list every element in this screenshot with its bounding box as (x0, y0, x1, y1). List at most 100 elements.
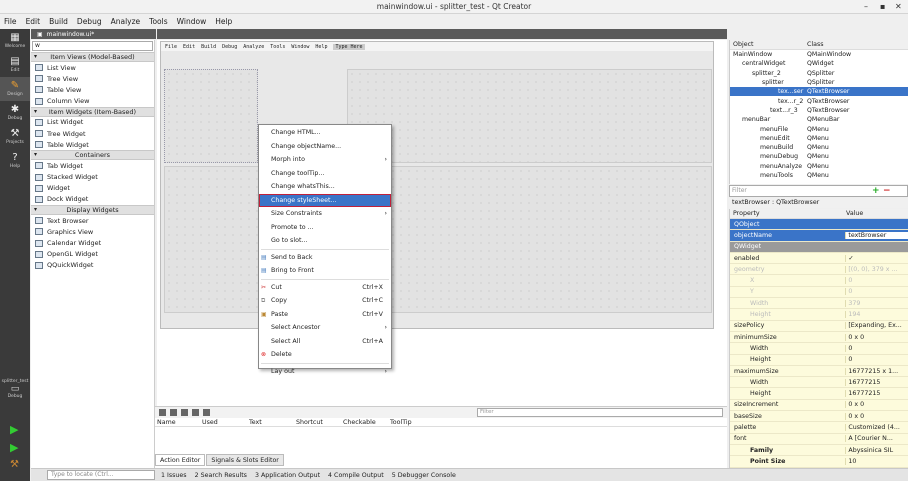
menu-tools[interactable]: Tools (149, 17, 167, 26)
object-row[interactable]: splitter_2 QSplitter (730, 69, 908, 78)
form-menu-analyze[interactable]: Analyze (243, 44, 264, 50)
object-row[interactable]: menuFile QMenu (730, 124, 908, 133)
ctx-copy[interactable]: ⧉ Copy Ctrl+C (259, 294, 391, 308)
widget-text-browser[interactable]: Text Browser (31, 215, 154, 226)
menu-analyze[interactable]: Analyze (111, 17, 141, 26)
text-browser-2[interactable] (347, 69, 712, 163)
ctx-size-constraints[interactable]: Size Constraints › (259, 207, 391, 221)
text-browser-selected[interactable] (164, 69, 258, 163)
property-row[interactable]: font A [Courier N... (730, 433, 908, 445)
action-filter-input[interactable]: Filter (477, 408, 723, 417)
form-menu-file[interactable]: File (165, 44, 177, 50)
widget-graphics-view[interactable]: Graphics View (31, 226, 154, 237)
debug-run-icon[interactable]: ▶ (10, 441, 18, 454)
form-menu-build[interactable]: Build (201, 44, 216, 50)
pane-application-output[interactable]: 3 Application Output (255, 472, 320, 479)
object-row[interactable]: menuDebug QMenu (730, 152, 908, 161)
ctx-change-whatsthis[interactable]: Change whatsThis... (259, 180, 391, 194)
kit-selector[interactable]: splitter_test ▭ Debug (0, 379, 30, 399)
ctx-lay-out[interactable]: Lay out › (259, 365, 391, 379)
ctx-select-all[interactable]: Select All Ctrl+A (259, 335, 391, 349)
menu-window[interactable]: Window (177, 17, 207, 26)
mode-design[interactable]: ✎ Design (0, 77, 30, 101)
property-row[interactable]: maximumSize 16777215 x 1... (730, 365, 908, 378)
ctx-select-ancestor[interactable]: Select Ancestor › (259, 321, 391, 335)
category-display-widgets[interactable]: Display Widgets (31, 205, 154, 216)
menu-help[interactable]: Help (215, 17, 232, 26)
pane-compile-output[interactable]: 4 Compile Output (328, 472, 384, 479)
property-row[interactable]: Family Abyssinica SIL (730, 444, 908, 457)
property-row[interactable]: Height 194 (730, 309, 908, 321)
property-row[interactable]: Width 16777215 (730, 377, 908, 389)
ctx-change-tooltip[interactable]: Change toolTip... (259, 167, 391, 181)
category-item-views[interactable]: Item Views (Model-Based) (31, 52, 154, 62)
settings-icon[interactable] (203, 409, 210, 416)
widget-column-view[interactable]: Column View (31, 96, 154, 107)
menu-file[interactable]: File (4, 17, 17, 26)
mode-debug[interactable]: ✱ Debug (0, 101, 30, 125)
ctx-send-to-back[interactable]: ▤ Send to Back (259, 251, 391, 265)
widget-table-widget[interactable]: Table Widget (31, 139, 154, 150)
widget-tab-widget[interactable]: Tab Widget (31, 160, 154, 171)
ctx-go-to-slot[interactable]: Go to slot... (259, 234, 391, 248)
remove-property-icon[interactable]: − (883, 186, 891, 196)
objectname-input[interactable]: textBrowser (845, 231, 908, 239)
ctx-delete[interactable]: ⊗ Delete (259, 348, 391, 362)
object-row[interactable]: menuBar QMenuBar (730, 115, 908, 124)
paste-action-icon[interactable] (181, 409, 188, 416)
minimize-icon[interactable]: – (864, 2, 868, 11)
form-window[interactable]: File Edit Build Debug Analyze Tools Wind… (160, 41, 714, 329)
property-row[interactable]: geometry [(0, 0), 379 x ... (730, 264, 908, 276)
property-row[interactable]: Y0 (730, 286, 908, 299)
widget-filter-input[interactable]: w (32, 41, 153, 51)
copy-action-icon[interactable] (170, 409, 177, 416)
pane-debugger-console[interactable]: 5 Debugger Console (392, 472, 456, 479)
ctx-change-objectname[interactable]: Change objectName... (259, 140, 391, 154)
text-browser-3[interactable] (164, 166, 712, 313)
menu-debug[interactable]: Debug (77, 17, 102, 26)
mode-projects[interactable]: ⚒ Projects (0, 125, 30, 149)
form-menu-type-here[interactable]: Type Here (333, 43, 365, 50)
property-row[interactable]: Height 0 (730, 354, 908, 366)
ctx-bring-to-front[interactable]: ▤ Bring to Front (259, 264, 391, 278)
property-row[interactable]: Width 379 (730, 298, 908, 310)
maximize-icon[interactable]: ▪ (880, 2, 885, 11)
property-filter-input[interactable]: Filter (729, 185, 908, 197)
ctx-change-stylesheet[interactable]: Change styleSheet... (259, 193, 391, 207)
locator-input[interactable]: Type to locate (Ctrl... (47, 470, 155, 480)
widget-stacked-widget[interactable]: Stacked Widget (31, 172, 154, 183)
property-row[interactable]: Height 16777215 (730, 388, 908, 400)
property-row[interactable]: Width 0 (730, 343, 908, 355)
object-row[interactable]: tex...r_2 QTextBrowser (730, 96, 908, 105)
widget-widget[interactable]: Widget (31, 183, 154, 194)
enabled-checkbox[interactable]: ✓ (845, 254, 908, 262)
menu-build[interactable]: Build (49, 17, 68, 26)
object-row[interactable]: menuTools QMenu (730, 171, 908, 180)
pane-search-results[interactable]: 2 Search Results (195, 472, 247, 479)
build-icon[interactable]: ⚒ (10, 459, 19, 470)
property-row[interactable]: X0 (730, 275, 908, 287)
object-row-selected[interactable]: tex...ser QTextBrowser (730, 87, 908, 97)
property-objectname[interactable]: objectName textBrowser (730, 230, 908, 242)
ctx-cut[interactable]: ✂ Cut Ctrl+X (259, 281, 391, 295)
property-row[interactable]: sizePolicy [Expanding, Ex... (730, 320, 908, 332)
object-row[interactable]: menuBuild QMenu (730, 143, 908, 152)
object-row[interactable]: MainWindow QMainWindow (730, 50, 908, 59)
widget-dock-widget[interactable]: Dock Widget (31, 194, 154, 205)
widget-tree-view[interactable]: Tree View (31, 73, 154, 84)
new-action-icon[interactable] (159, 409, 166, 416)
widget-tree-widget[interactable]: Tree Widget (31, 128, 154, 139)
form-menu-edit[interactable]: Edit (183, 44, 195, 50)
object-row[interactable]: menuAnalyze QMenu (730, 162, 908, 171)
property-row[interactable]: palette Customized (4... (730, 422, 908, 434)
object-row[interactable]: text...r_3 QTextBrowser (730, 106, 908, 115)
widget-calendar[interactable]: Calendar Widget (31, 237, 154, 248)
form-menu-help[interactable]: Help (315, 44, 327, 50)
property-row[interactable]: minimumSize 0 x 0 (730, 331, 908, 344)
object-row[interactable]: splitter QSplitter (730, 78, 908, 87)
tab-signals-slots[interactable]: Signals & Slots Editor (206, 454, 284, 466)
property-row[interactable]: enabled ✓ (730, 252, 908, 265)
property-group-qobject[interactable]: QObject (730, 219, 908, 231)
form-menu-debug[interactable]: Debug (222, 44, 237, 50)
property-row[interactable]: baseSize 0 x 0 (730, 411, 908, 423)
